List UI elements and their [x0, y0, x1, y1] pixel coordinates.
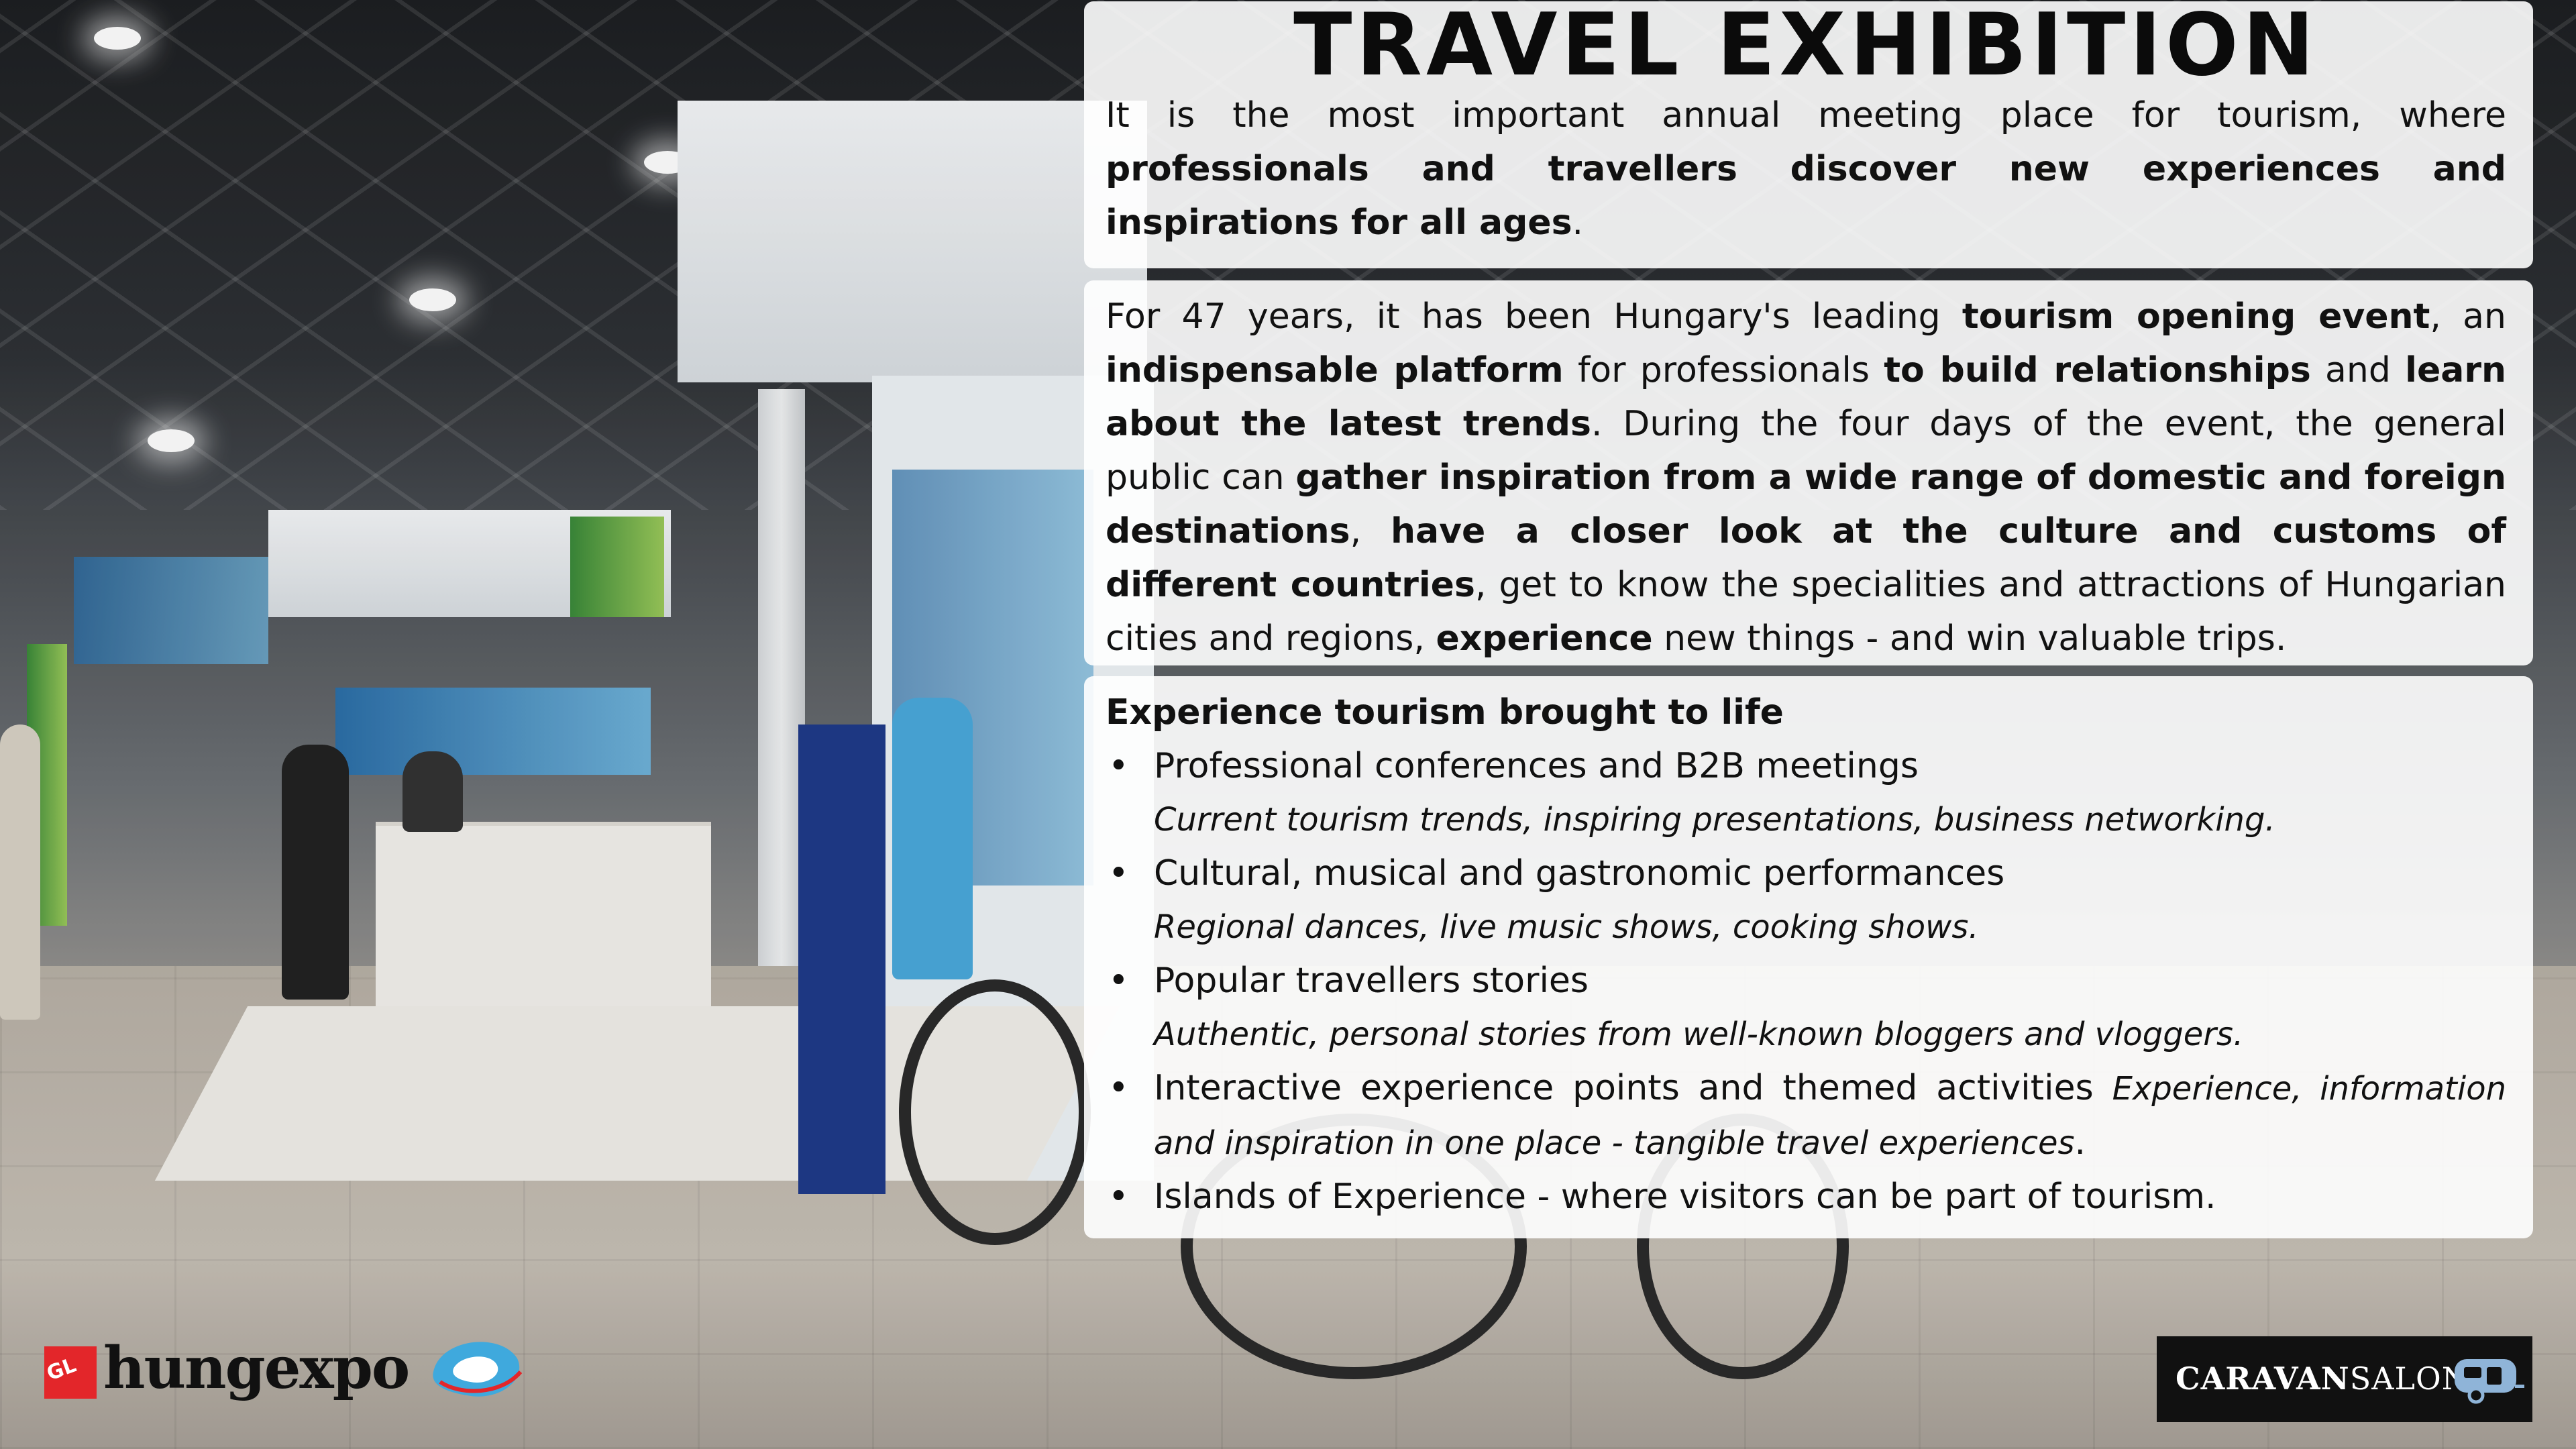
caravan-icon	[2455, 1359, 2524, 1404]
list-item-label: Popular travellers stories	[1154, 961, 1589, 1001]
intro-highlight: professionals and travellers discover ne…	[1106, 149, 2506, 243]
experience-list: Professional conferences and B2B meeting…	[1106, 739, 2506, 1224]
list-item-label: Interactive experience points and themed…	[1154, 1068, 2094, 1108]
about-text-part: , an	[2430, 297, 2506, 337]
about-text: For 47 years, it has been Hungary's lead…	[1106, 290, 2506, 665]
experience-heading: Experience tourism brought to life	[1106, 692, 1784, 733]
list-item-detail: Authentic, personal stories from well-kn…	[1154, 1016, 2244, 1053]
hungexpo-swirl-icon	[433, 1342, 523, 1397]
intro-text: It is the most important annual meeting …	[1106, 89, 2506, 250]
list-item: Islands of Experience - where visitors c…	[1106, 1170, 2506, 1224]
about-text-part: For 47 years, it has been Hungary's lead…	[1106, 297, 1962, 337]
page-title: TRAVEL EXHIBITION	[1293, 0, 2318, 95]
caravansalon-wordmark-bold: CARAVAN	[2176, 1360, 2350, 1397]
about-text-part: for professionals	[1563, 350, 1884, 390]
about-panel: For 47 years, it has been Hungary's lead…	[1084, 280, 2533, 665]
list-item-label: Professional conferences and B2B meeting…	[1154, 746, 1919, 786]
about-highlight: experience	[1436, 619, 1653, 659]
intro-text-part: .	[1572, 203, 1584, 243]
list-item: Cultural, musical and gastronomic perfor…	[1106, 847, 2506, 954]
about-text-part: ,	[1350, 511, 1391, 551]
intro-panel: TRAVEL EXHIBITION It is the most importa…	[1084, 1, 2533, 268]
about-highlight: indispensable platform	[1106, 350, 1564, 390]
hungexpo-logo: GL hungexpo	[44, 1332, 541, 1412]
list-item: Popular travellers stories Authentic, pe…	[1106, 954, 2506, 1061]
about-text-part: and	[2310, 350, 2406, 390]
hungexpo-wordmark: hungexpo	[103, 1334, 410, 1402]
intro-text-part: It is the most important annual meeting …	[1106, 95, 2506, 136]
list-item-label: Islands of Experience - where visitors c…	[1154, 1177, 2216, 1217]
gl-events-mark: GL	[44, 1353, 80, 1386]
about-highlight: tourism opening event	[1962, 297, 2430, 337]
list-item: Professional conferences and B2B meeting…	[1106, 739, 2506, 847]
list-item-detail-end: .	[2074, 1122, 2086, 1163]
list-item-label: Cultural, musical and gastronomic perfor…	[1154, 853, 2005, 894]
experience-panel: Experience tourism brought to life Profe…	[1084, 676, 2533, 1238]
gl-events-logo: GL	[44, 1346, 97, 1399]
list-item: Interactive experience points and themed…	[1106, 1061, 2506, 1170]
list-item-detail: Regional dances, live music shows, cooki…	[1154, 908, 1979, 946]
about-text-part: new things - and win valuable trips.	[1652, 619, 2287, 659]
list-item-detail: Current tourism trends, inspiring presen…	[1154, 801, 2275, 839]
about-highlight: to build relationships	[1884, 350, 2311, 390]
caravansalon-logo: CARAVANSALON	[2157, 1336, 2532, 1422]
caravansalon-wordmark: CARAVANSALON	[2176, 1360, 2469, 1397]
